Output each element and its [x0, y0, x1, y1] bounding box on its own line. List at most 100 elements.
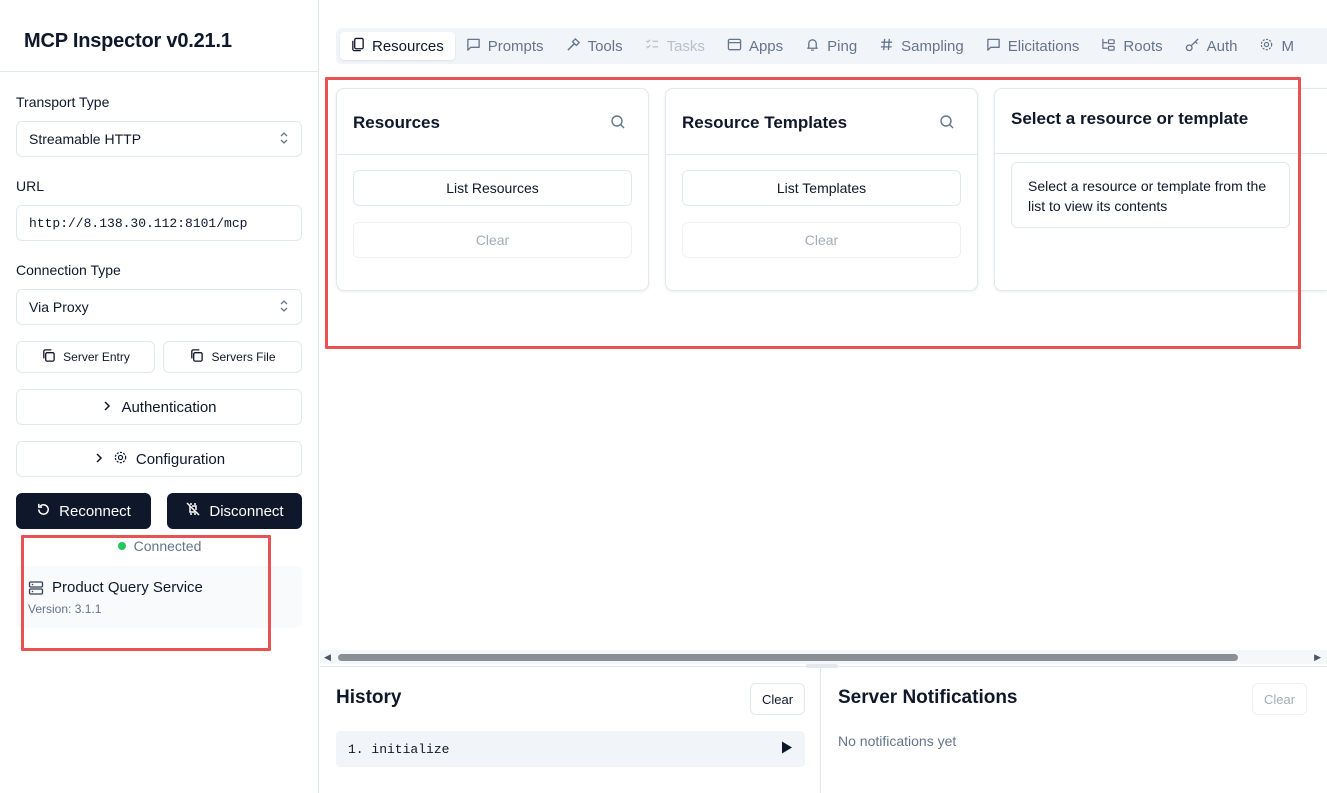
- connection-status: Connected: [0, 538, 319, 554]
- reconnect-button[interactable]: Reconnect: [16, 493, 151, 529]
- chevron-right-icon: [101, 399, 113, 416]
- tab-sampling[interactable]: Sampling: [868, 32, 975, 60]
- main-panel: Resources Prompts Tools Tasks Apps Ping: [320, 0, 1327, 793]
- notifications-title: Server Notifications: [838, 687, 1018, 708]
- chevron-right-icon: [93, 451, 105, 468]
- transport-type-label: Transport Type: [16, 94, 110, 110]
- detail-placeholder: Select a resource or template from the l…: [1011, 162, 1290, 228]
- detail-card-header: Select a resource or template: [995, 89, 1327, 154]
- servers-file-button[interactable]: Servers File: [163, 341, 302, 373]
- server-entry-button[interactable]: Server Entry: [16, 341, 155, 373]
- tab-label: Tasks: [666, 37, 705, 55]
- scroll-right-icon[interactable]: ▶: [1314, 652, 1321, 663]
- sidebar: MCP Inspector v0.21.1 Transport Type Str…: [0, 0, 319, 793]
- tab-label: M: [1281, 37, 1294, 55]
- authentication-toggle[interactable]: Authentication: [16, 389, 302, 425]
- tab-label: Ping: [827, 37, 858, 55]
- list-templates-button[interactable]: List Templates: [682, 170, 961, 206]
- tab-label: Auth: [1206, 37, 1238, 55]
- tab-label: Roots: [1123, 37, 1163, 55]
- resource-detail-card: Select a resource or template Select a r…: [994, 88, 1327, 291]
- files-icon: [351, 37, 365, 56]
- tab-roots[interactable]: Roots: [1090, 32, 1173, 60]
- url-input[interactable]: http://8.138.30.112:8101/mcp: [16, 205, 302, 241]
- authentication-label: Authentication: [121, 398, 217, 416]
- connection-status-text: Connected: [133, 538, 202, 554]
- list-resources-button[interactable]: List Resources: [353, 170, 632, 206]
- clear-resources-button[interactable]: Clear: [353, 222, 632, 258]
- rotate-ccw-icon: [36, 502, 51, 521]
- notifications-empty-text: No notifications yet: [838, 733, 957, 749]
- tab-apps[interactable]: Apps: [716, 32, 794, 60]
- clear-templates-button[interactable]: Clear: [682, 222, 961, 258]
- hammer-icon: [566, 37, 581, 56]
- configuration-label: Configuration: [135, 450, 226, 468]
- chevrons-up-down-icon: [279, 131, 289, 147]
- copy-icon: [189, 348, 204, 366]
- resource-templates-card: Resource Templates List Templates Clear: [665, 88, 978, 291]
- configuration-toggle[interactable]: Configuration: [16, 441, 302, 477]
- disconnect-button[interactable]: Disconnect: [167, 493, 302, 529]
- resources-title: Resources: [353, 113, 440, 132]
- resources-card-header: Resources: [337, 89, 648, 155]
- hash-icon: [879, 37, 894, 56]
- resources-card: Resources List Resources Clear: [336, 88, 649, 291]
- tab-metadata[interactable]: M: [1248, 32, 1305, 60]
- list-checks-icon: [645, 37, 660, 56]
- gear-icon: [1259, 37, 1274, 56]
- bottom-panels: History Clear 1. initialize Server Notif…: [320, 666, 1327, 793]
- app-title: MCP Inspector v0.21.1: [0, 0, 318, 72]
- folder-tree-icon: [1101, 37, 1116, 56]
- templates-title: Resource Templates: [682, 113, 848, 132]
- history-item-label: 1. initialize: [348, 741, 450, 757]
- server-notifications-panel: Server Notifications Clear No notificati…: [822, 667, 1327, 793]
- connection-type-label: Connection Type: [16, 262, 121, 278]
- gear-icon: [113, 450, 128, 469]
- clear-notifications-button[interactable]: Clear: [1252, 683, 1307, 715]
- templates-card-header: Resource Templates: [666, 89, 977, 155]
- chevrons-up-down-icon: [279, 299, 289, 315]
- horizontal-scrollbar[interactable]: ◀ ▶: [320, 650, 1327, 664]
- transport-type-value: Streamable HTTP: [29, 131, 142, 147]
- play-icon[interactable]: [781, 741, 793, 757]
- message-square-icon: [986, 37, 1001, 56]
- url-label: URL: [16, 178, 45, 194]
- server-info-card: Product Query Service Version: 3.1.1: [16, 566, 302, 628]
- history-title: History: [336, 687, 402, 708]
- tab-resources[interactable]: Resources: [340, 32, 455, 60]
- scroll-left-icon[interactable]: ◀: [324, 652, 331, 663]
- clear-history-button[interactable]: Clear: [750, 683, 805, 715]
- tab-tools[interactable]: Tools: [555, 32, 634, 60]
- tab-tasks[interactable]: Tasks: [634, 32, 716, 60]
- tab-elicitations[interactable]: Elicitations: [975, 32, 1091, 60]
- tab-label: Tools: [587, 37, 623, 55]
- search-icon[interactable]: [610, 114, 626, 135]
- scrollbar-thumb[interactable]: [338, 654, 1238, 661]
- unplug-icon: [185, 501, 201, 521]
- server-version: Version: 3.1.1: [28, 602, 102, 616]
- tab-label: Apps: [748, 37, 784, 55]
- tab-auth[interactable]: Auth: [1174, 32, 1249, 60]
- tab-label: Prompts: [487, 37, 544, 55]
- tab-label: Elicitations: [1007, 37, 1080, 55]
- status-dot-icon: [117, 542, 126, 550]
- history-item[interactable]: 1. initialize: [336, 731, 805, 767]
- transport-type-select[interactable]: Streamable HTTP: [16, 121, 302, 157]
- message-icon: [466, 37, 481, 56]
- server-entry-label: Server Entry: [63, 350, 130, 364]
- connection-type-select[interactable]: Via Proxy: [16, 289, 302, 325]
- server-name: Product Query Service: [52, 579, 203, 596]
- app-window-icon: [727, 37, 742, 56]
- tab-ping[interactable]: Ping: [794, 32, 868, 60]
- tab-prompts[interactable]: Prompts: [455, 32, 555, 60]
- tab-label: Sampling: [901, 37, 964, 55]
- reconnect-label: Reconnect: [59, 502, 131, 520]
- connection-type-value: Via Proxy: [29, 299, 89, 315]
- history-panel: History Clear 1. initialize: [320, 667, 821, 793]
- server-icon: [28, 580, 44, 601]
- disconnect-label: Disconnect: [209, 502, 284, 520]
- search-icon[interactable]: [939, 114, 955, 135]
- tab-bar: Resources Prompts Tools Tasks Apps Ping: [336, 28, 1327, 64]
- app: MCP Inspector v0.21.1 Transport Type Str…: [0, 0, 1327, 793]
- key-icon: [1185, 37, 1200, 56]
